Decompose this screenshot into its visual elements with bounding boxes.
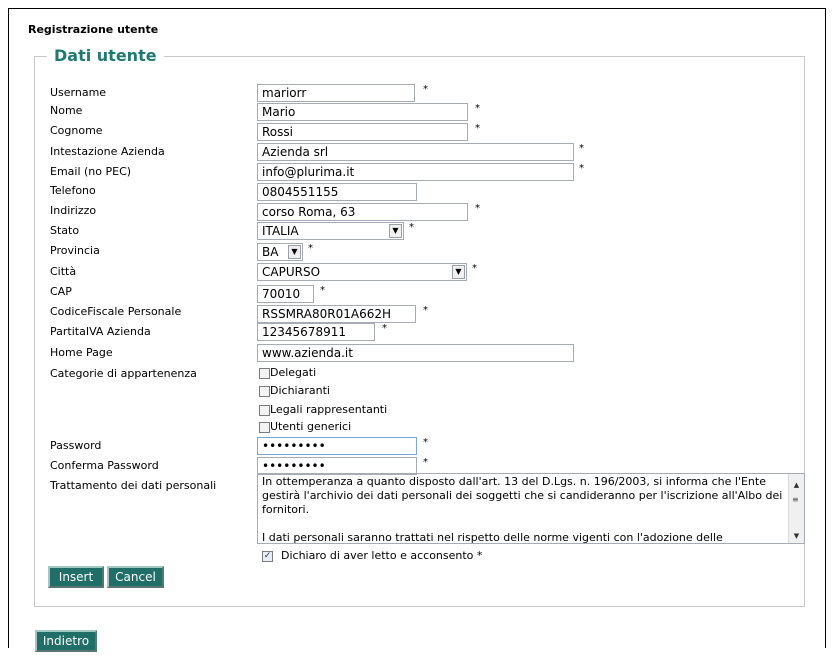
delegati-label: Delegati <box>270 366 317 379</box>
stato-required-mark: * <box>409 222 414 233</box>
telefono-input[interactable]: 0804551155 <box>257 183 417 201</box>
utenti-generici-label: Utenti generici <box>270 420 352 433</box>
consent-checkbox[interactable]: ✓ <box>262 551 273 562</box>
scroll-up-icon[interactable]: ▲ <box>789 478 804 492</box>
cancel-button[interactable]: Cancel <box>107 566 164 588</box>
partita-iva-input[interactable]: 12345678911 <box>257 323 375 341</box>
username-required-mark: * <box>423 84 428 95</box>
confirm-password-required-mark: * <box>423 457 428 468</box>
delegati-checkbox[interactable] <box>259 368 270 379</box>
cap-input[interactable]: 70010 <box>257 285 314 303</box>
insert-button[interactable]: Insert <box>48 566 104 588</box>
home-page-label: Home Page <box>50 346 113 359</box>
privacy-label: Trattamento dei dati personali <box>50 479 217 492</box>
partita-iva-label: PartitaIVA Azienda <box>50 325 151 338</box>
codice-fiscale-required-mark: * <box>423 305 428 316</box>
email-required-mark: * <box>579 163 584 174</box>
home-page-input[interactable]: www.azienda.it <box>257 344 574 362</box>
password-input[interactable]: ••••••••• <box>257 437 417 455</box>
utenti-generici-checkbox[interactable] <box>259 422 270 433</box>
stato-select[interactable]: ITALIA ▼ <box>257 222 404 240</box>
chevron-down-icon[interactable]: ▼ <box>389 224 402 238</box>
indirizzo-required-mark: * <box>475 203 480 214</box>
cap-label: CAP <box>50 285 72 298</box>
cognome-label: Cognome <box>50 124 103 137</box>
indirizzo-label: Indirizzo <box>50 204 97 217</box>
back-button[interactable]: Indietro <box>35 630 97 652</box>
password-required-mark: * <box>423 437 428 448</box>
citta-required-mark: * <box>472 263 477 274</box>
username-label: Username <box>50 86 107 99</box>
privacy-textarea[interactable]: In ottemperanza a quanto disposto dall'a… <box>257 473 805 544</box>
page-title: Registrazione utente <box>28 23 159 36</box>
nome-required-mark: * <box>475 103 480 114</box>
partita-iva-required-mark: * <box>382 323 387 334</box>
username-input[interactable]: mariorr <box>257 84 415 102</box>
scroll-down-icon[interactable]: ▼ <box>789 529 804 543</box>
legali-rappresentanti-checkbox[interactable] <box>259 405 270 416</box>
privacy-text: In ottemperanza a quanto disposto dall'a… <box>262 475 783 544</box>
indirizzo-input[interactable]: corso Roma, 63 <box>257 203 468 221</box>
nome-input[interactable]: Mario <box>257 103 468 121</box>
dichiaranti-label: Dichiaranti <box>270 384 330 397</box>
categorie-label: Categorie di appartenenza <box>50 367 197 380</box>
cognome-input[interactable]: Rossi <box>257 123 468 141</box>
telefono-label: Telefono <box>50 184 96 197</box>
scroll-grip-icon[interactable]: ≡ <box>792 494 800 506</box>
citta-selected-value: CAPURSO <box>262 265 321 279</box>
citta-select[interactable]: CAPURSO ▼ <box>257 263 467 281</box>
email-input[interactable]: info@plurima.it <box>257 163 574 181</box>
provincia-required-mark: * <box>308 243 313 254</box>
codice-fiscale-input[interactable]: RSSMRA80R01A662H <box>257 305 416 323</box>
confirm-password-label: Conferma Password <box>50 459 159 472</box>
citta-label: Città <box>50 265 77 278</box>
nome-label: Nome <box>50 104 83 117</box>
section-title: Dati utente <box>54 46 157 65</box>
provincia-select[interactable]: BA ▼ <box>257 243 303 261</box>
azienda-label: Intestazione Azienda <box>50 145 165 158</box>
provincia-selected-value: BA <box>262 245 279 259</box>
legali-rappresentanti-label: Legali rappresentanti <box>270 403 388 416</box>
provincia-label: Provincia <box>50 244 100 257</box>
cap-required-mark: * <box>320 285 325 296</box>
cognome-required-mark: * <box>475 123 480 134</box>
email-label: Email (no PEC) <box>50 165 132 178</box>
codice-fiscale-label: CodiceFiscale Personale <box>50 305 182 318</box>
chevron-down-icon[interactable]: ▼ <box>288 245 301 259</box>
azienda-required-mark: * <box>579 143 584 154</box>
consent-label: Dichiaro di aver letto e acconsento * <box>281 549 483 562</box>
dichiaranti-checkbox[interactable] <box>259 386 270 397</box>
password-label: Password <box>50 439 102 452</box>
privacy-scrollbar[interactable]: ▲ ≡ ▼ <box>788 474 804 543</box>
azienda-input[interactable]: Azienda srl <box>257 143 574 161</box>
stato-selected-value: ITALIA <box>262 224 299 238</box>
chevron-down-icon[interactable]: ▼ <box>452 265 465 279</box>
stato-label: Stato <box>50 224 80 237</box>
